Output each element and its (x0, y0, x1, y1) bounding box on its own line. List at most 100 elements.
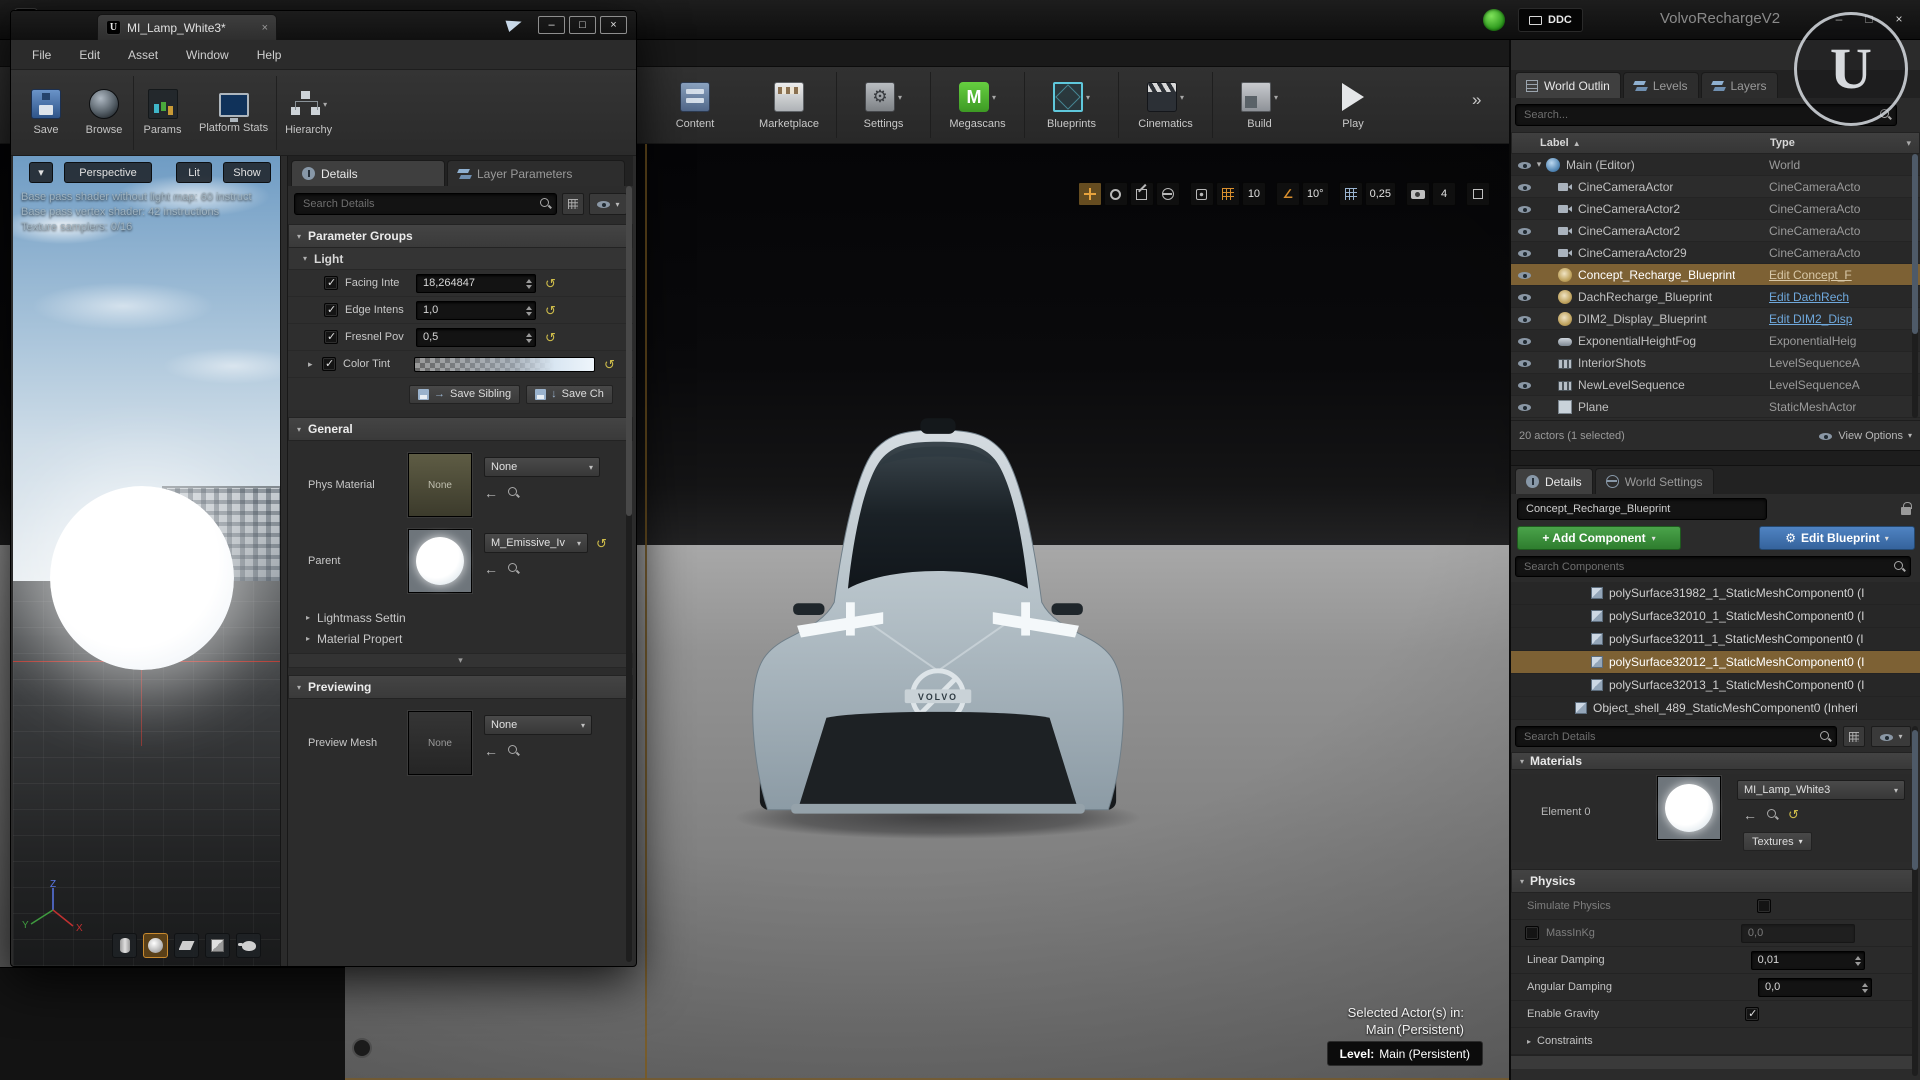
material-window-titlebar[interactable]: U MI_Lamp_White3* × – □ × (11, 11, 636, 40)
toolbar-button[interactable]: ▾ Marketplace (742, 72, 836, 138)
parameter-override-checkbox[interactable] (324, 303, 338, 317)
actor-type[interactable]: LevelSequenceA (1769, 378, 1860, 392)
component-row[interactable]: polySurface32011_1_StaticMeshComponent0 … (1511, 628, 1920, 651)
expander-arrow-icon[interactable]: ▸ (1527, 1037, 1531, 1046)
visibility-eye-icon[interactable] (1517, 158, 1532, 172)
material-toolbar-button[interactable]: ▾ Save (17, 76, 75, 150)
rotation-snap-value[interactable]: 10° (1301, 182, 1329, 206)
outliner-scrollbar[interactable] (1912, 154, 1918, 418)
reset-to-default-icon[interactable]: ↺ (545, 277, 556, 290)
column-type[interactable]: Type (1770, 137, 1795, 149)
parent-material-select[interactable]: M_Emissive_Iv ▾ (484, 533, 588, 553)
rotate-tool-button[interactable] (1103, 182, 1128, 206)
browse-to-asset-icon[interactable] (507, 486, 520, 499)
constraints-row[interactable]: ▸ Constraints (1511, 1028, 1915, 1055)
visibility-eye-icon[interactable] (1517, 356, 1532, 370)
menu-item[interactable]: Help (257, 48, 282, 62)
components-search-input[interactable] (1515, 556, 1911, 577)
property-matrix-button[interactable] (562, 193, 584, 215)
save-sibling-button[interactable]: → Save Sibling (409, 384, 521, 404)
toolbar-button[interactable]: ▾ Blueprints (1024, 72, 1118, 138)
perspective-button[interactable]: Perspective (64, 162, 152, 183)
visibility-eye-icon[interactable] (1517, 268, 1532, 282)
close-button[interactable]: × (1886, 9, 1912, 29)
outliner-actor-row[interactable]: CineCameraActor2 CineCameraActo (1511, 198, 1920, 220)
viewport-options-button[interactable]: ▾ (29, 162, 53, 183)
phys-material-select[interactable]: None ▾ (484, 457, 600, 477)
cube-preview-button[interactable] (205, 933, 230, 958)
actor-type[interactable]: CineCameraActo (1769, 224, 1860, 238)
parameter-groups-header[interactable]: ▾ Parameter Groups (288, 224, 633, 248)
lightmass-settings-row[interactable]: ▸ Lightmass Settin (288, 607, 633, 628)
color-tint-swatch[interactable] (414, 356, 595, 372)
visibility-eye-icon[interactable] (1517, 378, 1532, 392)
linear-damping-input[interactable]: 0,01 (1750, 950, 1865, 970)
outliner-actor-row[interactable]: CineCameraActor2 CineCameraActo (1511, 220, 1920, 242)
menu-item[interactable]: Edit (79, 48, 100, 62)
save-child-button[interactable]: ↓ Save Ch (526, 384, 613, 404)
visibility-eye-icon[interactable] (1517, 312, 1532, 326)
visibility-eye-icon[interactable] (1517, 400, 1532, 414)
parameter-override-checkbox[interactable] (324, 330, 338, 344)
column-label[interactable]: Label (1540, 137, 1569, 149)
actor-type[interactable]: Edit Concept_F (1769, 268, 1852, 282)
material-toolbar-button[interactable]: ▾ Params (133, 75, 191, 150)
actor-type[interactable]: Edit DIM2_Disp (1769, 312, 1852, 326)
tab-layer-parameters[interactable]: Layer Parameters (447, 160, 625, 186)
material-select[interactable]: MI_Lamp_White3 ▾ (1737, 780, 1905, 800)
spinner-arrows-icon[interactable] (526, 333, 532, 343)
use-selected-asset-icon[interactable]: ← (484, 486, 498, 500)
actor-type[interactable]: Edit DachRech (1769, 290, 1849, 304)
visibility-eye-icon[interactable] (1517, 334, 1532, 348)
tab-levels[interactable]: Levels (1622, 72, 1699, 98)
color-tint-override-checkbox[interactable] (322, 357, 336, 371)
preview-mesh-thumbnail[interactable]: None (408, 711, 472, 775)
material-asset-tab[interactable]: U MI_Lamp_White3* × (97, 14, 277, 40)
outliner-column-header[interactable]: Label ▲ Type ▾ (1511, 132, 1920, 154)
light-group-header[interactable]: ▾ Light (288, 248, 633, 270)
edit-blueprint-button[interactable]: ⚙ Edit Blueprint ▾ (1759, 526, 1915, 550)
toolbar-button[interactable]: ▾ Content (648, 72, 742, 138)
browse-to-asset-icon[interactable] (507, 562, 520, 575)
toolbar-button[interactable]: ▾ Settings (836, 72, 930, 138)
property-matrix-button[interactable] (1843, 726, 1865, 747)
menu-item[interactable]: File (32, 48, 51, 62)
camera-speed-button[interactable] (1406, 182, 1430, 206)
plane-preview-button[interactable] (174, 933, 199, 958)
phys-material-thumbnail[interactable]: None (408, 453, 472, 517)
preview-sphere-mesh[interactable] (50, 486, 234, 670)
mass-override-checkbox[interactable] (1525, 926, 1539, 940)
material-toolbar-button[interactable]: ▾ Hierarchy (276, 75, 340, 150)
materials-section-header[interactable]: ▾ Materials (1511, 752, 1915, 770)
actor-name-field[interactable] (1517, 498, 1767, 520)
details-search-input[interactable] (1515, 726, 1837, 747)
tab-material-details[interactable]: Details (291, 160, 445, 186)
visibility-eye-icon[interactable] (1517, 246, 1532, 260)
maximize-viewport-button[interactable] (1466, 182, 1490, 206)
scale-snap-value[interactable]: 0,25 (1364, 182, 1396, 206)
outliner-search-input[interactable] (1515, 104, 1897, 126)
toolbar-button[interactable]: ▾ Build (1212, 72, 1306, 138)
view-options-button[interactable]: View Options ▾ (1818, 429, 1912, 443)
component-row[interactable]: polySurface32012_1_StaticMeshComponent0 … (1511, 651, 1920, 674)
browse-to-asset-icon[interactable] (1766, 808, 1779, 821)
details-view-options-button[interactable]: ▾ (589, 193, 627, 215)
parameter-value-input[interactable]: 18,264847 (416, 273, 536, 293)
toolbar-overflow-button[interactable]: » (1472, 90, 1481, 110)
outliner-actor-row[interactable]: Concept_Recharge_Blueprint Edit Concept_… (1511, 264, 1920, 286)
parameter-value-input[interactable]: 0,5 (416, 327, 536, 347)
launch-icon[interactable] (505, 15, 524, 33)
enable-gravity-checkbox[interactable] (1745, 1007, 1760, 1021)
outliner-actor-row[interactable]: Plane StaticMeshActor (1511, 396, 1920, 418)
menu-item[interactable]: Window (186, 48, 229, 62)
visibility-eye-icon[interactable] (1517, 202, 1532, 216)
window-close-button[interactable]: × (600, 16, 627, 34)
visibility-eye-icon[interactable] (1517, 290, 1532, 304)
use-selected-asset-icon[interactable]: ← (484, 744, 498, 758)
visibility-eye-icon[interactable] (1517, 224, 1532, 238)
viewport-status-widget[interactable] (352, 1038, 372, 1058)
toolbar-button[interactable]: ▾ Play (1306, 72, 1400, 138)
surface-snap-button[interactable] (1189, 182, 1214, 206)
actor-type[interactable]: CineCameraActo (1769, 180, 1860, 194)
expander-arrow-icon[interactable]: ▸ (308, 359, 322, 370)
